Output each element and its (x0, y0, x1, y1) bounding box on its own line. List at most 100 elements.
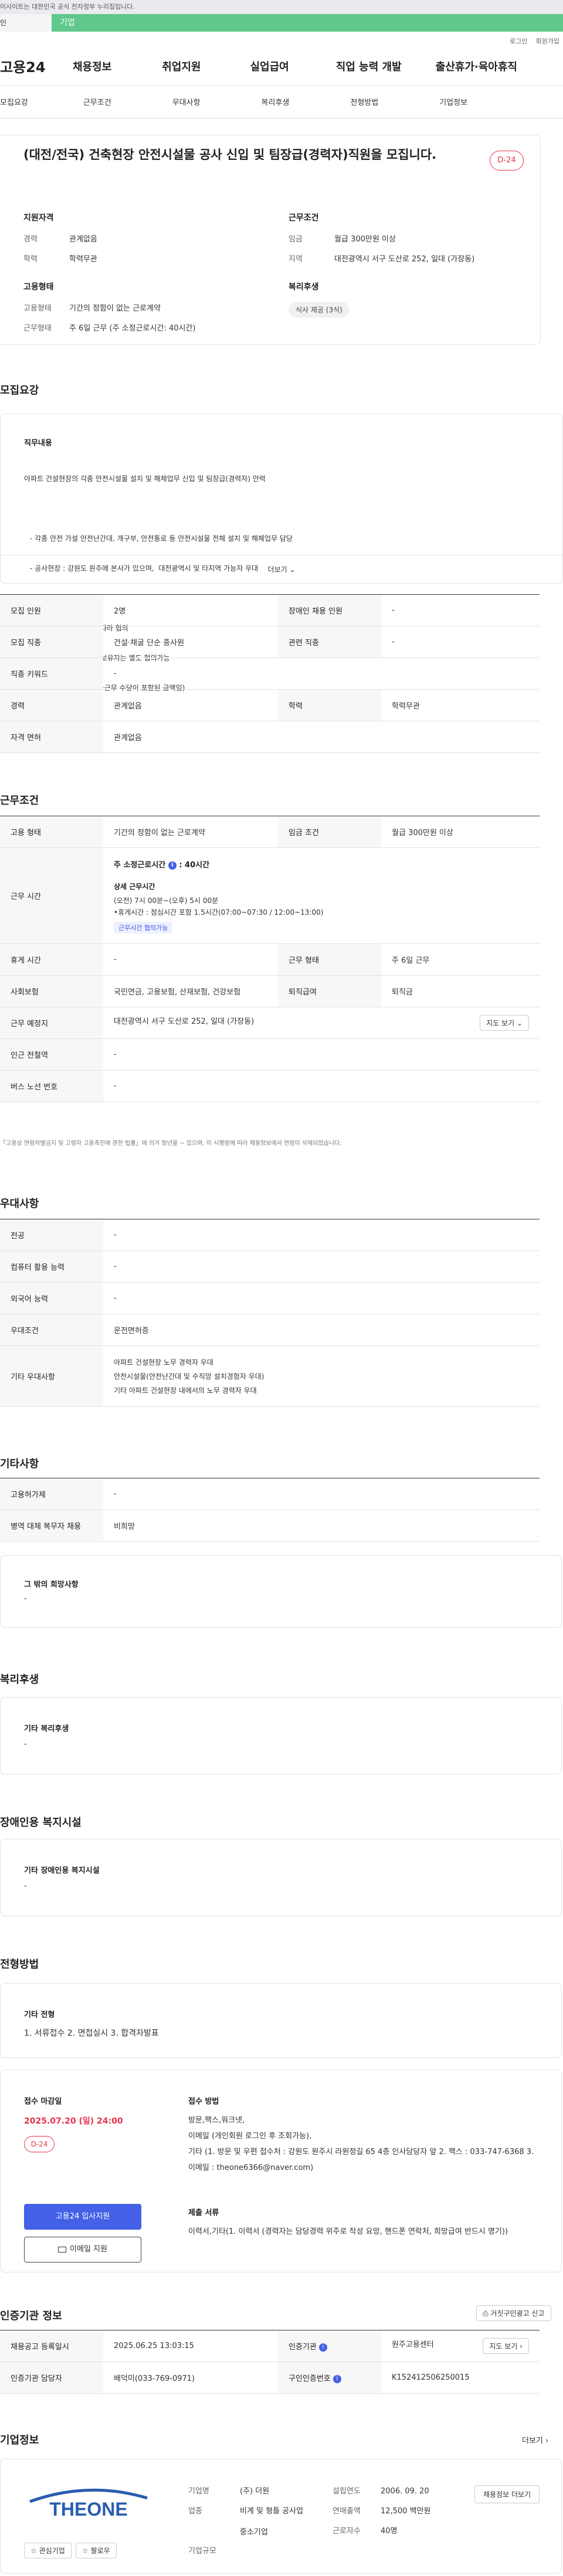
method-line: 방문,팩스,워크넷, (188, 2116, 245, 2125)
table-row: 모집 직종 건설·채굴 단순 종사원 관련 직종 - (0, 626, 540, 658)
false-ad-report-button[interactable]: ⎙ 거짓구인광고 신고 (476, 2305, 551, 2321)
table-row: 고용 형태 기간의 정함이 없는 근로계약 임금 조건 월급 300만원 이상 (0, 816, 540, 848)
map-view-button[interactable]: 지도 보기 ⌄ (480, 1015, 529, 1031)
table-cell: 국민연금, 고용보험, 산재보험, 건강보험 (103, 975, 278, 1007)
condition-title: 근무조건 (289, 213, 319, 223)
tab-selection[interactable]: 전형방법 (350, 96, 378, 107)
table-cell: - (103, 1219, 540, 1251)
table-header-cell: 근무 형태 (278, 943, 381, 976)
tab-company[interactable]: 기업정보 (439, 96, 467, 107)
selection-card: 기타 전형 1. 서류접수 2. 면접실시 3. 합격자발표 (0, 1983, 562, 2058)
company-value: 비계 및 형틀 공사업 (240, 2507, 304, 2516)
table-header-cell: 고용허가제 (0, 1478, 103, 1510)
table-header-cell: 자격 면허 (0, 721, 103, 753)
info-icon[interactable]: i (333, 2374, 341, 2383)
tab-recruit[interactable]: 모집요강 (0, 96, 28, 107)
gnb-item-unemployment-benefits[interactable]: 실업급여 (250, 59, 289, 74)
pref-line: 안전시설물(안전난간대 및 수직망 설치경험자 우대) (114, 1372, 264, 1381)
table-header-cell: 퇴직급여 (278, 975, 381, 1007)
company-logo: THEONE (24, 2484, 153, 2524)
emp-row: 고용형태 기간의 정함이 없는 근로계약 (23, 302, 195, 313)
selection-box-title: 기타 전형 (24, 2011, 55, 2019)
info-icon[interactable]: i (168, 861, 177, 870)
agency-map-button[interactable]: 지도 보기 › (483, 2338, 529, 2354)
recruit-section-title: 모집요강 (0, 384, 39, 397)
info-icon[interactable]: i (318, 2343, 327, 2352)
table-row: 인증기관 담당자 배덕미(033-769-0971) 구인인증번호 i K152… (0, 2362, 540, 2394)
company-values-right: 2006. 09. 20 12,500 백만원 40명 (381, 2482, 463, 2541)
deadline-value: 2025.07.20 (일) 24:00 (24, 2117, 123, 2126)
qualification-title: 지원자격 (23, 213, 54, 223)
disabled-box-value: - (24, 1882, 27, 1890)
login-link[interactable]: 로그인 (510, 36, 527, 47)
dday-badge: D-24 (490, 151, 524, 171)
email-apply-label: 이메일 지원 (70, 2245, 107, 2254)
hours-break: •휴게시간 : 점심시간 포함 1.5시간(07:00~07:30 / 12:0… (114, 908, 324, 916)
company-values-left: (주) 더원 비계 및 형틀 공사업 중소기업 (240, 2482, 322, 2543)
table-header-cell: 우대조건 (0, 1314, 103, 1346)
tab-preferences[interactable]: 우대사항 (172, 96, 201, 107)
notice-left: 인 (0, 14, 52, 32)
table-cell: - (381, 626, 540, 658)
company-value: 중소기업 (240, 2528, 268, 2537)
table-cell: 원주고용센터 지도 보기 › (381, 2330, 540, 2362)
star-icon: ☆ (30, 2547, 39, 2555)
emp-key: 근무형태 (23, 324, 52, 333)
notice-bar[interactable]: 기업 (52, 14, 563, 32)
method-content: 방문,팩스,워크넷, 이메일 (개인회원 로그인 후 조회가능), 기타 (1.… (188, 2112, 538, 2176)
table-cell: - (103, 1038, 540, 1071)
table-row: 버스 노선 번호 - (0, 1070, 540, 1102)
gnb-item-jobs[interactable]: 채용정보 (73, 59, 111, 74)
table-header-cell: 인증기관 담당자 (0, 2362, 103, 2394)
favorite-company-button[interactable]: ☆ 관심기업 (24, 2543, 72, 2558)
email-apply-button[interactable]: 이메일 지원 (24, 2237, 141, 2262)
tab-welfare[interactable]: 복리후생 (262, 96, 290, 107)
table-cell: 2025.06.25 13:03:15 (103, 2330, 278, 2362)
preferences-section-title: 우대사항 (0, 1198, 39, 1210)
welfare-summary-block: 복리후생 식사 제공 (3식) (289, 281, 350, 318)
company-value: (주) 더원 (240, 2487, 270, 2496)
apply-button[interactable]: 고용24 입사지원 (24, 2204, 141, 2230)
table-row: 컴퓨터 활용 능력 - (0, 1250, 540, 1283)
table-cell: 대전광역시 서구 도산로 252, 일대 (가장동) 지도 보기 ⌄ (103, 1007, 540, 1039)
company-value: 40명 (381, 2527, 398, 2536)
etc-wish-title: 그 밖의 희망사항 (24, 1580, 79, 1589)
table-cell: - (103, 1282, 540, 1314)
disabled-box-title: 기타 장애인용 복지시설 (24, 1866, 100, 1875)
agency-table: 채용공고 등록일시 2025.06.25 13:03:15 인증기관 i 원주고… (0, 2330, 540, 2394)
qual-row: 경력 관계없음 (23, 233, 97, 244)
table-cell: 2명 (103, 594, 278, 626)
gnb-item-parental-leave[interactable]: 출산휴가·육아휴직 (436, 59, 517, 74)
table-row: 근무 예정지 대전광역시 서구 도산로 252, 일대 (가장동) 지도 보기 … (0, 1007, 540, 1039)
duty-line (24, 504, 293, 514)
emp-row: 근무형태 주 6일 근무 (주 소정근로시간: 40시간) (23, 322, 195, 333)
etc-wish-value: - (24, 1594, 27, 1603)
selection-box-value: 1. 서류접수 2. 면접실시 3. 합격자발표 (24, 2029, 159, 2038)
table-header-cell: 병역 대체 복무자 채용 (0, 1510, 103, 1542)
emp-value: 기간의 정함이 없는 근로계약 (69, 304, 161, 313)
gnb-item-vocational-training[interactable]: 직업 능력 개발 (336, 59, 402, 74)
qual-value: 학력무관 (69, 255, 97, 264)
company-jobs-button[interactable]: 채용정보 더보기 (474, 2485, 540, 2503)
company-more-link[interactable]: 더보기 › (522, 2434, 548, 2445)
tab-work-conditions[interactable]: 근무조건 (83, 96, 111, 107)
agency-key: 인증기관 (289, 2343, 317, 2352)
duty-more-button[interactable]: 더보기 ⌄ (1, 555, 562, 583)
duty-title: 직무내용 (24, 439, 52, 448)
company-key: 연매출액 (333, 2507, 361, 2516)
company-value: 12,500 백만원 (381, 2507, 431, 2516)
gnb-item-employment-support[interactable]: 취업지원 (162, 59, 201, 74)
cond-key: 지역 (289, 255, 303, 264)
notice-row: 인 기업 (0, 14, 563, 32)
method-label: 접수 방법 (188, 2097, 219, 2106)
pref-line: 아파트 건설현장 노무 경력자 우대 (114, 1358, 213, 1367)
work-section-title: 근무조건 (0, 795, 39, 807)
site-logo[interactable]: 고용24 (0, 56, 69, 76)
table-row: 기타 우대사항 아파트 건설현장 노무 경력자 우대 안전시설물(안전난간대 및… (0, 1345, 540, 1407)
table-cell: - (103, 1478, 540, 1510)
table-row: 근무 시간 주 소정근로시간 i : 40시간 상세 근무시간 (오전) 7시 … (0, 847, 540, 944)
table-row: 인근 전철역 - (0, 1038, 540, 1071)
follow-button[interactable]: ☆ 팔로우 (76, 2543, 117, 2558)
signup-link[interactable]: 회원가입 (536, 36, 559, 47)
table-cell: 관계없음 (103, 689, 278, 721)
